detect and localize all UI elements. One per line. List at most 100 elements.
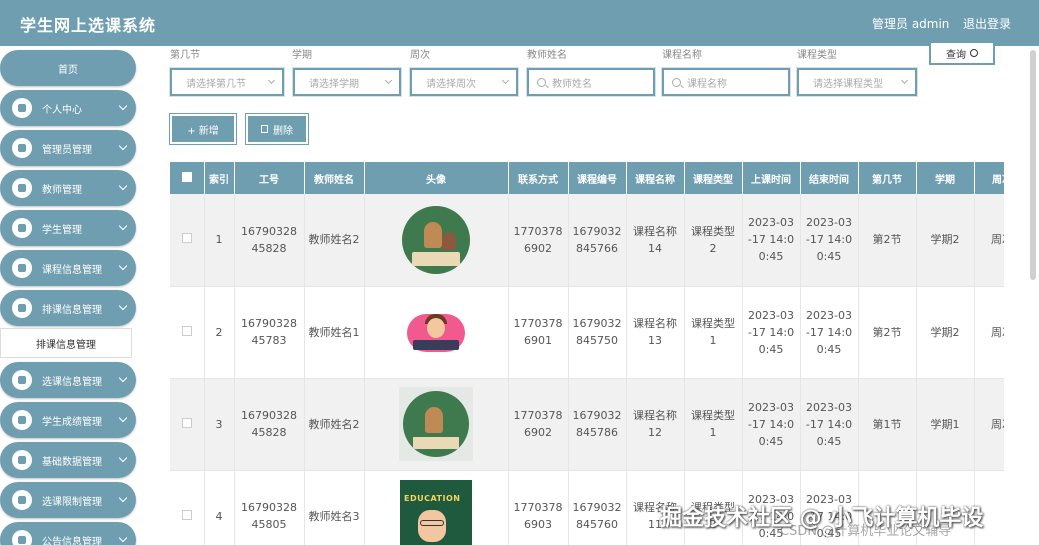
filter-select-course-type[interactable]: 请选择课程类型 (797, 68, 917, 96)
user-icon (12, 370, 32, 390)
juejin-watermark: 掘金技术社区 @ 小飞计算机毕设 (660, 506, 984, 531)
board-text: EDUCATION (404, 494, 461, 503)
logout-link[interactable]: 退出登录 (963, 15, 1011, 32)
delete-button[interactable]: 删除 (246, 114, 308, 144)
row-select[interactable] (170, 286, 205, 379)
sidebar-item-label: 首页 (58, 64, 78, 76)
chevron-down-icon (501, 76, 510, 85)
cell-end-time: 2023-03-17 14:00:45 (800, 194, 859, 287)
query-label: 查询 (946, 49, 966, 61)
column-header: 课程类型 (684, 162, 743, 194)
cell-course-code: 1679032845760 (568, 470, 627, 545)
chevron-down-icon (118, 413, 128, 423)
cell-period: 第1节 (858, 378, 917, 471)
column-header: 学期 (916, 162, 975, 194)
sidebar-item-label: 排课信息管理 (42, 304, 102, 316)
sidebar-item-label: 选课限制管理 (42, 496, 102, 508)
filter-label-week: 周次 (410, 50, 430, 61)
cell-term: 学期1 (916, 378, 975, 471)
cell-staff-no: 1679032845828 (234, 194, 305, 287)
table-header-row: 索引 工号 教师姓名 头像 联系方式 课程编号 课程名称 课程类型 上课时间 结… (170, 162, 1004, 194)
chevron-down-icon (384, 76, 393, 85)
sidebar-item-home[interactable]: 首页 (0, 50, 136, 86)
filter-input-teacher[interactable]: 教师姓名 (527, 68, 655, 96)
page-scrollbar[interactable] (1030, 50, 1036, 280)
cell-teacher-name: 教师姓名2 (304, 378, 365, 471)
filter-placeholder: 请选择课程类型 (813, 78, 883, 90)
sidebar-item-basic-data[interactable]: 基础数据管理 (0, 442, 136, 478)
cell-course-type: 课程类型2 (684, 194, 743, 287)
sidebar-item-course-info[interactable]: 课程信息管理 (0, 250, 136, 286)
checkbox[interactable] (181, 509, 192, 520)
column-header: 结束时间 (800, 162, 859, 194)
sidebar-item-grades[interactable]: 学生成绩管理 (0, 402, 136, 438)
cell-week: 周次 (974, 286, 1004, 379)
sidebar-item-admin-management[interactable]: 管理员管理 (0, 130, 136, 166)
sidebar-item-personal-center[interactable]: 个人中心 (0, 90, 136, 126)
chevron-down-icon (118, 453, 128, 463)
filter-input-course[interactable]: 课程名称 (662, 68, 790, 96)
filter-label-term: 学期 (292, 50, 312, 61)
filter-label-course-type: 课程类型 (797, 50, 837, 61)
column-header: 课程编号 (568, 162, 627, 194)
cell-phone: 17703786901 (508, 286, 569, 379)
chevron-down-icon (118, 373, 128, 383)
cell-period: 第2节 (858, 194, 917, 287)
chevron-down-icon (267, 76, 276, 85)
cell-start-time: 2023-03-17 14:00:45 (742, 194, 801, 287)
folder-icon (12, 298, 32, 318)
cell-phone: 17703786902 (508, 194, 569, 287)
grid-icon (12, 490, 32, 510)
cell-course-code: 1679032845766 (568, 194, 627, 287)
cell-term: 学期2 (916, 286, 975, 379)
cell-avatar: EDUCATION (364, 470, 509, 545)
table-row[interactable]: 1 1679032845828 教师姓名2 17703786902 167903… (170, 194, 1004, 287)
sidebar-item-label: 学生管理 (42, 224, 82, 236)
avatar (401, 306, 471, 358)
monitor-icon (12, 218, 32, 238)
row-select[interactable] (170, 470, 205, 545)
column-header: 上课时间 (742, 162, 801, 194)
header-select-all[interactable] (170, 162, 205, 194)
sidebar-item-label: 课程信息管理 (42, 264, 102, 276)
checkbox[interactable] (181, 171, 192, 182)
cell-teacher-name: 教师姓名2 (304, 194, 365, 287)
grid-icon (12, 450, 32, 470)
checkbox[interactable] (181, 325, 192, 336)
sidebar-item-selection-info[interactable]: 选课信息管理 (0, 362, 136, 398)
cell-course-code: 1679032845750 (568, 286, 627, 379)
filter-placeholder: 课程名称 (687, 78, 727, 90)
filter-select-term[interactable]: 请选择学期 (293, 68, 401, 96)
monitor-icon (12, 138, 32, 158)
cell-end-time: 2023-03-17 14:00:45 (800, 286, 859, 379)
filter-label-period: 第几节 (170, 50, 200, 61)
cell-course-type: 课程类型1 (684, 286, 743, 379)
checkbox[interactable] (181, 417, 192, 428)
row-select[interactable] (170, 194, 205, 287)
sidebar: 首页 个人中心 管理员管理 教师管理 学生管理 课程信息管理 排课信息管理 排课… (0, 46, 140, 545)
sidebar-item-label: 教师管理 (42, 184, 82, 196)
filter-select-period[interactable]: 请选择第几节 (170, 68, 284, 96)
row-select[interactable] (170, 378, 205, 471)
sidebar-item-announcements[interactable]: 公告信息管理 (0, 522, 136, 545)
sidebar-item-label: 管理员管理 (42, 144, 92, 156)
sidebar-item-student-management[interactable]: 学生管理 (0, 210, 136, 246)
add-button[interactable]: + 新增 (170, 114, 236, 144)
sidebar-item-selection-limit[interactable]: 选课限制管理 (0, 482, 136, 518)
filter-select-week[interactable]: 请选择周次 (410, 68, 518, 96)
table-row[interactable]: 2 1679032845783 教师姓名1 17703786901 167903… (170, 286, 1004, 379)
column-header: 联系方式 (508, 162, 569, 194)
cell-staff-no: 1679032845828 (234, 378, 305, 471)
column-header: 第几节 (858, 162, 917, 194)
submenu-item-schedule-info[interactable]: 排课信息管理 (0, 328, 132, 358)
filter-label-teacher: 教师姓名 (527, 50, 567, 61)
current-user: 管理员 admin (872, 17, 950, 31)
filter-label-course: 课程名称 (662, 50, 702, 61)
sidebar-item-schedule-info[interactable]: 排课信息管理 (0, 290, 136, 326)
query-button[interactable]: 查询 (929, 41, 995, 65)
cell-course-type: 课程类型1 (684, 378, 743, 471)
sidebar-item-teacher-management[interactable]: 教师管理 (0, 170, 136, 206)
checkbox[interactable] (181, 233, 192, 244)
sidebar-item-label: 学生成绩管理 (42, 416, 102, 428)
table-row[interactable]: 3 1679032845828 教师姓名2 17703786902 167903… (170, 378, 1004, 471)
